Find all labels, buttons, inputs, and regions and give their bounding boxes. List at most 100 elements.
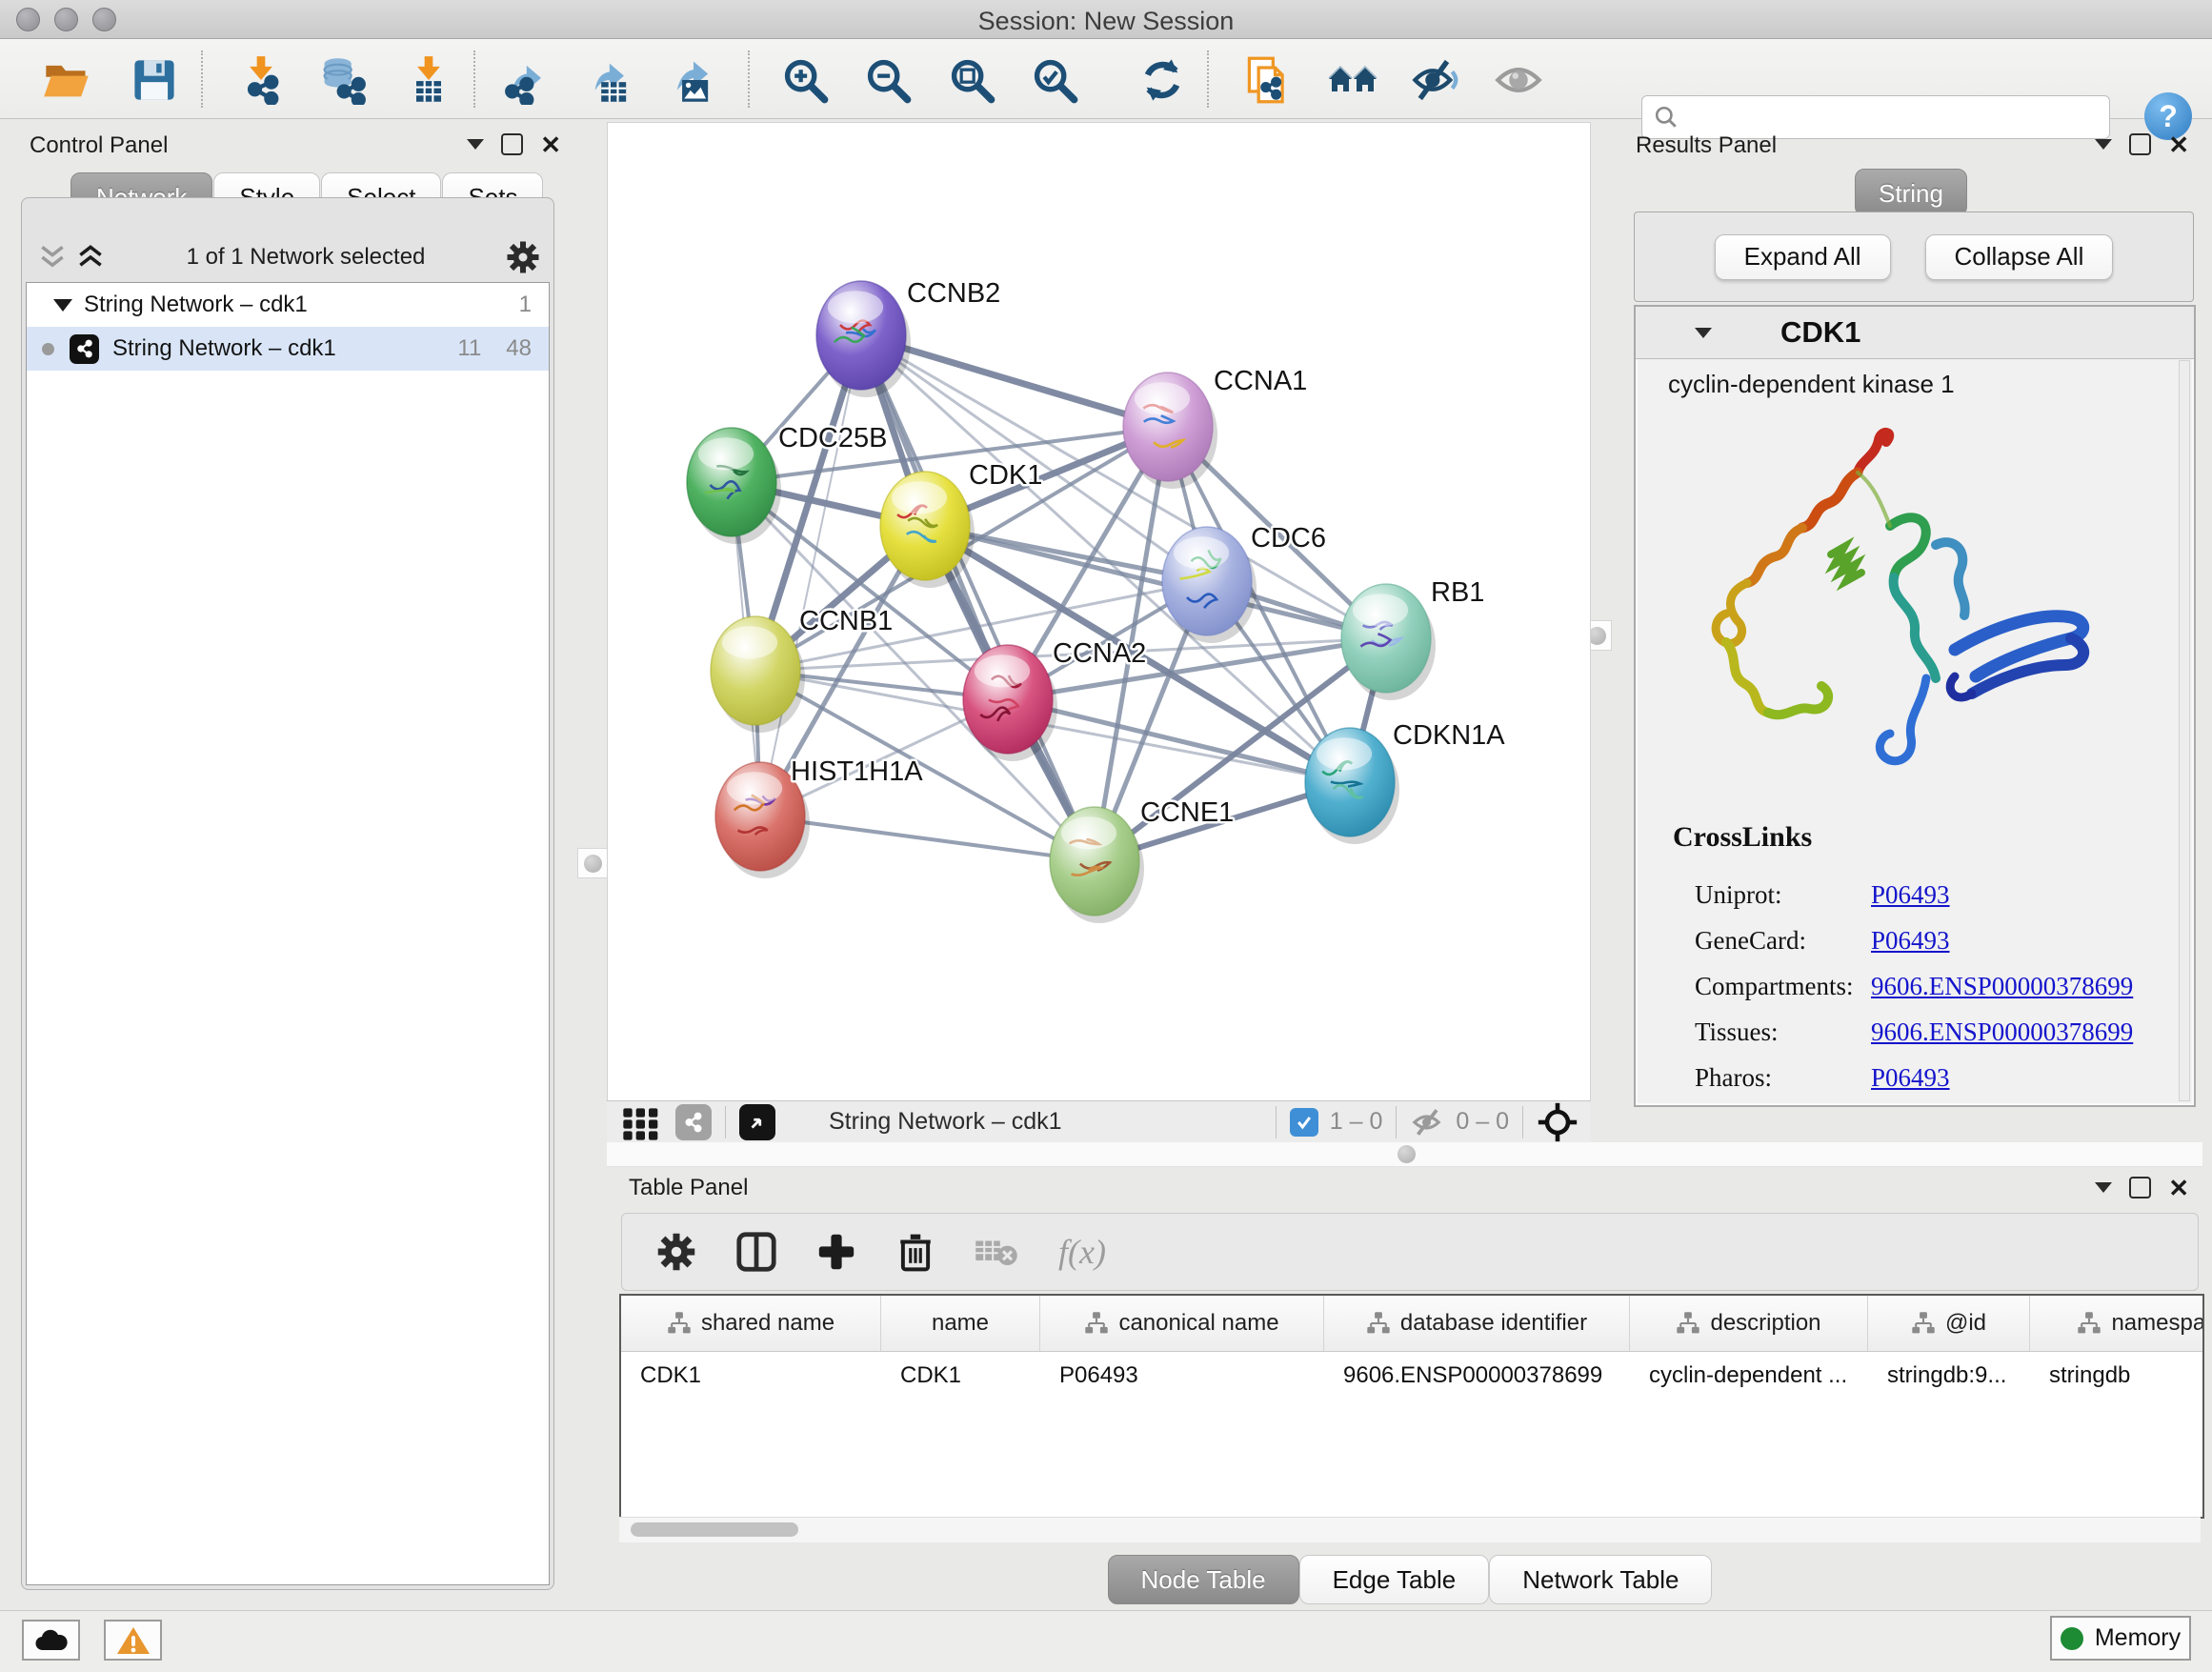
delete-column-icon[interactable] [896,1232,935,1272]
results-panel-close-icon[interactable]: ✕ [2168,134,2189,155]
two-houses-icon [1328,55,1377,105]
expand-all-icon[interactable] [75,245,106,270]
table-gear-icon[interactable] [656,1232,696,1272]
crosshair-icon[interactable] [1537,1101,1579,1143]
tab-string[interactable]: String [1855,169,1967,216]
column-header-database-identifier[interactable]: database identifier [1324,1296,1630,1351]
table-cell[interactable]: cyclin-dependent ... [1630,1352,1868,1400]
import-table-from-file-button[interactable] [402,53,455,107]
hidden-eye-slash-icon[interactable] [1410,1108,1446,1137]
table-cell[interactable]: P06493 [1040,1352,1324,1400]
birds-eye-grid-icon[interactable] [622,1103,660,1141]
tab-network-table[interactable]: Network Table [1489,1555,1712,1604]
zoom-selected-button[interactable] [1028,53,1081,107]
network-collection-row[interactable]: String Network – cdk1 1 [27,283,549,327]
crosslink-link[interactable]: P06493 [1871,926,1950,956]
toolbar-separator [473,50,475,108]
network-row[interactable]: String Network – cdk1 11 48 [27,327,549,371]
zoom-in-button[interactable] [778,53,832,107]
column-header-canonical-name[interactable]: canonical name [1040,1296,1324,1351]
column-header--id[interactable]: @id [1868,1296,2030,1351]
import-network-from-database-button[interactable] [315,53,369,107]
current-network-title: String Network – cdk1 [829,1108,1062,1136]
network-view-toolbar: String Network – cdk1 1 – 0 0 – 0 [607,1100,1590,1143]
table-cell[interactable]: stringdb [2030,1352,2204,1400]
node-label-CCNB2: CCNB2 [907,278,1000,309]
zoom-out-button[interactable] [861,53,915,107]
toolbar-separator [748,50,750,108]
selected-checkbox-icon[interactable] [1290,1108,1318,1137]
column-header-name[interactable]: name [881,1296,1040,1351]
crosslink-link[interactable]: 9606.ENSP00000378699 [1871,972,2133,1001]
results-panel-float-icon[interactable] [2129,133,2151,155]
node-table: shared namenamecanonical namedatabase id… [619,1294,2204,1519]
collapse-all-button[interactable]: Collapse All [1925,234,2114,280]
memory-button[interactable]: Memory [2050,1616,2191,1661]
column-header-shared-name[interactable]: shared name [621,1296,881,1351]
show-all-button[interactable] [1492,53,1545,107]
splitter-handle-left[interactable] [577,848,608,878]
network-edge-CCNB2-HIST1H1A[interactable] [760,335,861,816]
collapse-all-icon[interactable] [37,245,68,270]
open-folder-icon [42,55,91,105]
delete-table-icon[interactable] [975,1236,1018,1268]
export-network-button[interactable] [502,53,555,107]
table-row[interactable]: CDK1CDK1P064939606.ENSP00000378699cyclin… [621,1352,2202,1400]
cloud-status-button[interactable] [22,1620,80,1661]
tab-node-table[interactable]: Node Table [1108,1555,1299,1604]
table-cell[interactable]: CDK1 [881,1352,1040,1400]
table-panel-menu-icon[interactable] [2095,1182,2112,1193]
string-home-button[interactable] [1326,53,1379,107]
export-table-button[interactable] [585,53,638,107]
apply-layout-button[interactable] [1136,53,1189,107]
crosslink-link[interactable]: 9606.ENSP00000378699 [1871,1017,2133,1047]
tab-edge-table[interactable]: Edge Table [1299,1555,1490,1604]
table-cell[interactable]: 9606.ENSP00000378699 [1324,1352,1630,1400]
horizontal-splitter[interactable] [607,1142,2202,1167]
scrollbar-thumb[interactable] [631,1522,798,1537]
save-floppy-icon [130,55,179,105]
node-label-CCNE1: CCNE1 [1140,797,1234,828]
warnings-button[interactable] [104,1620,162,1661]
eye-icon [1494,55,1543,105]
import-network-from-file-button[interactable] [234,53,288,107]
network-from-clipboard-button[interactable] [1242,53,1296,107]
column-header-description[interactable]: description [1630,1296,1868,1351]
function-builder-icon[interactable]: f(x) [1058,1232,1106,1272]
crosslink-row: Pharos: [1695,1063,1772,1093]
collapse-card-icon[interactable] [1695,328,1712,338]
control-panel-close-icon[interactable]: ✕ [540,134,561,155]
expander-triangle-icon[interactable] [53,299,72,312]
hide-selected-button[interactable] [1408,53,1461,107]
string-network-graph[interactable]: CCNB2CCNA1CDC25BCDK1CDC6RB1CCNB1CCNA2CDK… [608,123,1590,1100]
network-share-badge-icon[interactable] [675,1104,712,1140]
table-panel-close-icon[interactable]: ✕ [2168,1178,2189,1199]
open-session-button[interactable] [40,53,93,107]
crosslink-link[interactable]: P06493 [1871,880,1950,910]
table-horizontal-scrollbar[interactable] [619,1517,2201,1542]
node-label-CDKN1A: CDKN1A [1393,720,1505,751]
cloud-icon [32,1627,70,1654]
table-cell[interactable]: CDK1 [621,1352,881,1400]
network-view-canvas[interactable]: CCNB2CCNA1CDC25BCDK1CDC6RB1CCNB1CCNA2CDK… [607,122,1591,1101]
open-in-window-icon[interactable] [739,1104,775,1140]
column-header-namespace[interactable]: namespace [2030,1296,2204,1351]
export-image-button[interactable] [667,53,720,107]
gear-icon[interactable] [506,240,540,274]
add-column-icon[interactable] [816,1232,856,1272]
control-panel-float-icon[interactable] [501,133,523,155]
show-columns-icon[interactable] [736,1232,776,1272]
crosslink-link[interactable]: P06493 [1871,1063,1950,1093]
results-panel-menu-icon[interactable] [2095,139,2112,150]
results-scrollbar[interactable] [2179,360,2190,1101]
expand-all-button[interactable]: Expand All [1715,234,1891,280]
control-panel-menu-icon[interactable] [467,139,484,150]
zoom-fit-button[interactable] [945,53,998,107]
table-cell[interactable]: stringdb:9... [1868,1352,2030,1400]
node-label-HIST1H1A: HIST1H1A [791,756,923,787]
protein-card-header[interactable]: CDK1 [1636,307,2194,359]
table-panel-float-icon[interactable] [2129,1177,2151,1199]
network-edge-HIST1H1A-CCNE1[interactable] [760,816,1095,861]
save-session-button[interactable] [128,53,181,107]
splitter-grip-dot[interactable] [1398,1145,1416,1163]
